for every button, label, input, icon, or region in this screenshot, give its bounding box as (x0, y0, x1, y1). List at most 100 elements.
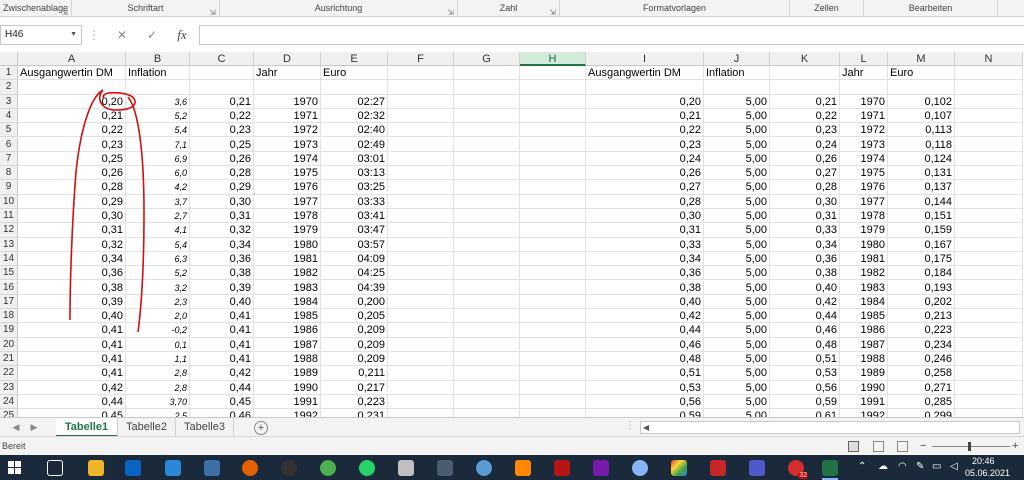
pen-icon[interactable]: ✎ (916, 461, 924, 472)
data-cell[interactable]: 5,00 (704, 194, 770, 209)
empty-cell[interactable] (454, 223, 520, 238)
data-cell[interactable]: 5,00 (704, 294, 770, 310)
data-cell[interactable]: 2,8 (126, 366, 190, 381)
data-cell[interactable]: 0,32 (190, 223, 254, 238)
dialog-launcher-icon[interactable]: ⇲ (549, 4, 556, 21)
empty-cell[interactable] (955, 94, 1023, 109)
empty-cell[interactable] (955, 309, 1023, 324)
data-cell[interactable]: 2,5 (126, 409, 190, 417)
data-cell[interactable]: 0,24 (586, 151, 704, 167)
empty-cell[interactable] (454, 166, 520, 181)
data-cell[interactable]: 1974 (254, 151, 321, 167)
data-cell[interactable]: 1977 (254, 194, 321, 209)
empty-cell[interactable] (520, 94, 586, 109)
tab-tabelle3[interactable]: Tabelle3 (176, 418, 234, 437)
row-header[interactable]: 16 (0, 280, 18, 295)
data-cell[interactable]: 0,167 (888, 237, 955, 252)
data-cell[interactable]: 0,48 (586, 352, 704, 367)
row-header[interactable]: 19 (0, 323, 18, 338)
data-cell[interactable]: 0,20 (18, 94, 126, 109)
data-cell[interactable]: 0,24 (770, 137, 840, 152)
add-sheet-button[interactable]: + (254, 421, 268, 435)
data-cell[interactable]: 0,36 (770, 251, 840, 267)
data-cell[interactable]: 1971 (254, 108, 321, 124)
data-cell[interactable]: 0,36 (586, 266, 704, 281)
data-cell[interactable]: 0,40 (770, 280, 840, 295)
filezilla-icon[interactable] (554, 460, 570, 476)
data-cell[interactable]: 0,45 (18, 409, 126, 417)
column-header-j[interactable]: J (704, 52, 770, 66)
data-cell[interactable]: 1981 (254, 251, 321, 267)
data-cell[interactable]: 0,124 (888, 151, 955, 167)
data-cell[interactable]: 0,21 (190, 94, 254, 109)
empty-cell[interactable] (955, 409, 1023, 417)
empty-cell[interactable] (840, 80, 888, 95)
data-cell[interactable]: 0,45 (190, 394, 254, 410)
data-cell[interactable]: 1978 (840, 209, 888, 224)
chevron-up-icon[interactable]: ⌃ (858, 461, 866, 472)
empty-cell[interactable] (955, 66, 1023, 81)
empty-cell[interactable] (520, 394, 586, 410)
column-title-cell[interactable]: Inflation (704, 66, 770, 81)
empty-cell[interactable] (955, 266, 1023, 281)
ribbon-group-editing[interactable]: Bearbeiten (864, 0, 998, 17)
data-cell[interactable]: 1980 (840, 237, 888, 252)
data-cell[interactable]: 1970 (254, 94, 321, 109)
windows-start-icon[interactable] (8, 461, 22, 475)
data-cell[interactable]: 5,00 (704, 266, 770, 281)
data-cell[interactable]: 0,193 (888, 280, 955, 295)
excel-icon[interactable] (822, 460, 838, 476)
data-cell[interactable]: 5,00 (704, 151, 770, 167)
data-cell[interactable]: 0,34 (586, 251, 704, 267)
wifi-icon[interactable]: ◠ (898, 461, 907, 472)
data-cell[interactable]: 1,1 (126, 352, 190, 367)
empty-cell[interactable] (388, 151, 454, 167)
data-cell[interactable]: 02:49 (321, 137, 388, 152)
column-header-a[interactable]: A (18, 52, 126, 66)
data-cell[interactable]: 0,25 (190, 137, 254, 152)
data-cell[interactable]: 0,102 (888, 94, 955, 109)
data-cell[interactable]: 03:01 (321, 151, 388, 167)
data-cell[interactable]: 5,00 (704, 237, 770, 252)
data-cell[interactable]: 0,26 (190, 151, 254, 167)
data-cell[interactable]: 1983 (840, 280, 888, 295)
empty-cell[interactable] (388, 251, 454, 267)
data-cell[interactable]: 0,33 (770, 223, 840, 238)
data-cell[interactable]: 2,8 (126, 380, 190, 395)
data-cell[interactable]: 0,46 (586, 337, 704, 352)
data-cell[interactable]: 5,00 (704, 352, 770, 367)
data-cell[interactable]: 1990 (254, 380, 321, 395)
data-cell[interactable]: 0,22 (190, 108, 254, 124)
dialog-launcher-icon[interactable]: ⇲ (61, 4, 68, 21)
empty-cell[interactable] (126, 80, 190, 95)
data-cell[interactable]: 0,41 (190, 352, 254, 367)
empty-cell[interactable] (454, 309, 520, 324)
tab-tabelle1[interactable]: Tabelle1 (56, 418, 118, 437)
row-header[interactable]: 22 (0, 366, 18, 381)
data-cell[interactable]: 4,1 (126, 223, 190, 238)
data-cell[interactable]: 0,31 (190, 209, 254, 224)
empty-cell[interactable] (520, 180, 586, 195)
ribbon-group-cells[interactable]: Zellen (790, 0, 864, 17)
empty-cell[interactable] (520, 151, 586, 167)
data-cell[interactable]: 1980 (254, 237, 321, 252)
data-cell[interactable]: 1972 (254, 123, 321, 138)
empty-cell[interactable] (520, 137, 586, 152)
data-cell[interactable]: 0,59 (586, 409, 704, 417)
battery-icon[interactable]: ▭ (932, 461, 941, 472)
data-cell[interactable]: 0,34 (190, 237, 254, 252)
data-cell[interactable]: 0,42 (18, 380, 126, 395)
whatsapp-icon[interactable] (359, 460, 375, 476)
empty-cell[interactable] (454, 266, 520, 281)
empty-cell[interactable] (520, 309, 586, 324)
ribbon-group-alignment[interactable]: Ausrichtung ⇲ (220, 0, 458, 17)
data-cell[interactable]: 5,00 (704, 280, 770, 295)
data-cell[interactable]: 0,41 (190, 309, 254, 324)
data-cell[interactable]: 0,33 (586, 237, 704, 252)
data-cell[interactable]: 5,2 (126, 108, 190, 124)
empty-cell[interactable] (388, 194, 454, 209)
empty-cell[interactable] (388, 137, 454, 152)
data-cell[interactable]: 1984 (840, 294, 888, 310)
data-cell[interactable]: 1981 (840, 251, 888, 267)
column-header-m[interactable]: M (888, 52, 955, 66)
